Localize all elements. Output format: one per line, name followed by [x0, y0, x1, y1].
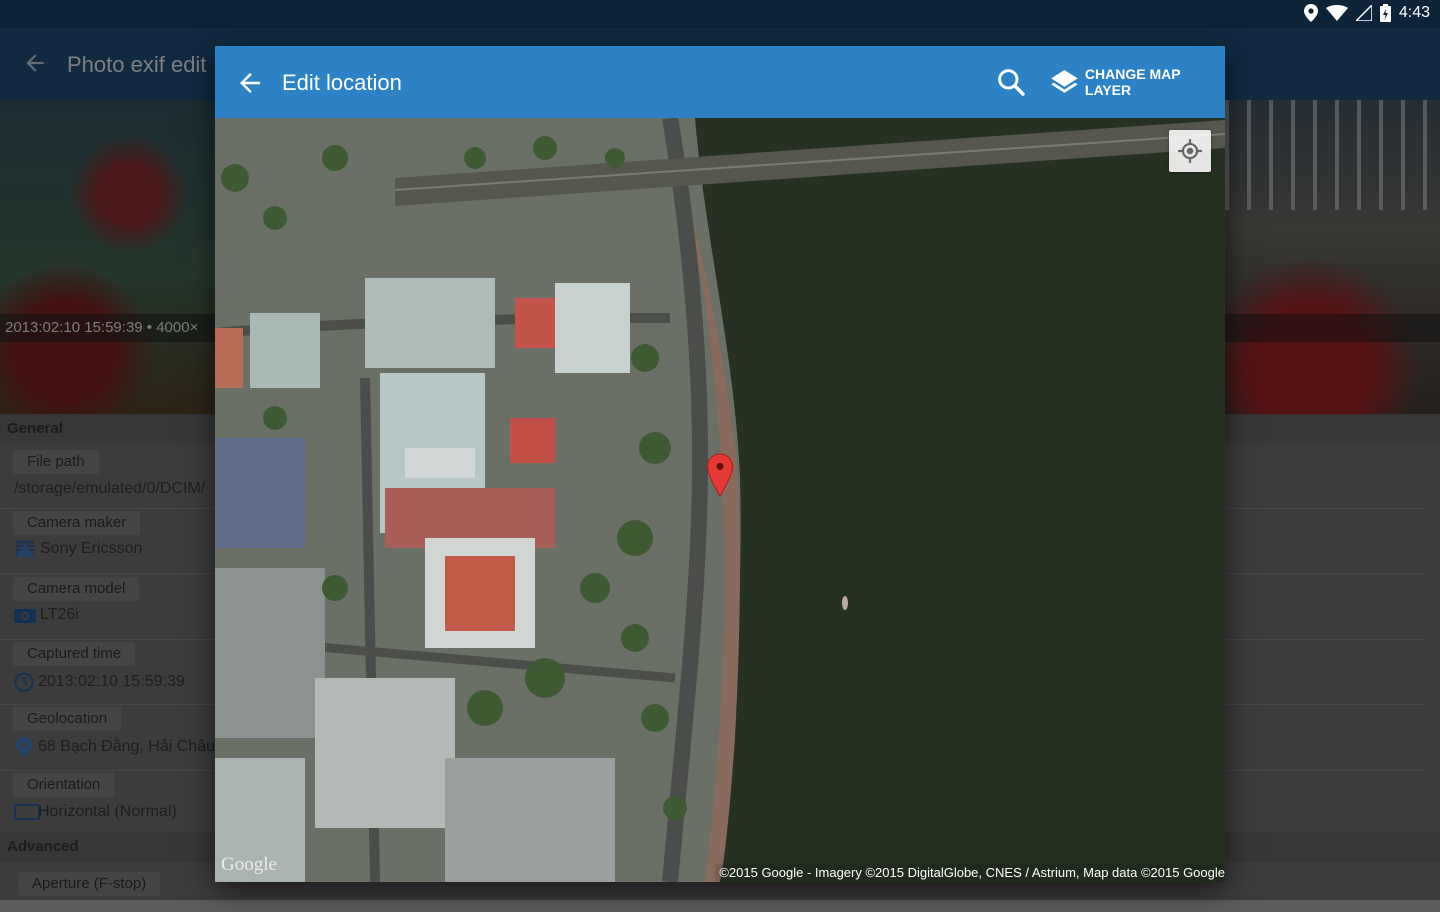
my-location-button[interactable]: [1169, 130, 1211, 172]
location-status-icon: [1303, 4, 1318, 22]
location-marker[interactable]: [706, 453, 734, 497]
status-time: 4:43: [1398, 4, 1430, 21]
edit-location-dialog: Edit location CHANGE MAP LAYER Google ©2…: [215, 46, 1225, 882]
back-arrow-icon[interactable]: [235, 68, 265, 98]
layers-icon: [1051, 69, 1078, 93]
city-imagery: [215, 118, 1225, 882]
satellite-map[interactable]: Google ©2015 Google - Imagery ©2015 Digi…: [215, 118, 1225, 882]
battery-icon: [1379, 4, 1391, 22]
google-logo: Google: [221, 854, 277, 875]
map-attribution: ©2015 Google - Imagery ©2015 DigitalGlob…: [715, 864, 1225, 882]
change-map-layer-label: CHANGE MAP LAYER: [1084, 66, 1181, 98]
signal-icon: [1355, 5, 1372, 21]
wifi-icon: [1325, 5, 1348, 21]
change-map-layer-button[interactable]: CHANGE MAP LAYER: [1050, 66, 1225, 98]
search-icon[interactable]: [995, 66, 1027, 98]
status-bar: 4:43: [0, 0, 1440, 28]
dialog-title: Edit location: [282, 70, 402, 95]
dialog-toolbar: Edit location CHANGE MAP LAYER: [215, 46, 1225, 118]
crosshair-icon: [1178, 139, 1202, 163]
